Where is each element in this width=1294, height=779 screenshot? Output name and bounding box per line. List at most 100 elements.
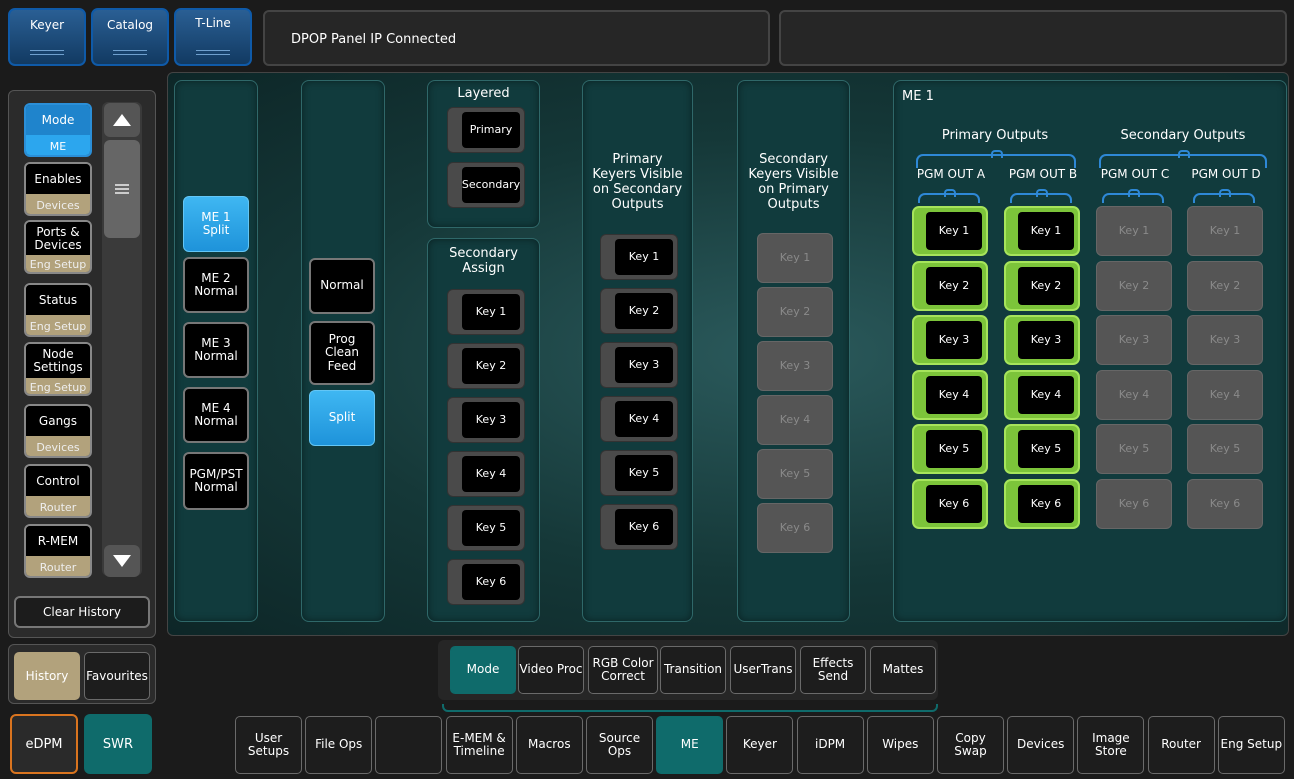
- edpm-button[interactable]: eDPM: [10, 714, 78, 774]
- tab-keyer[interactable]: Keyer: [8, 8, 86, 66]
- secondary-assign-key-3[interactable]: Key 3: [447, 397, 525, 443]
- output-key-button[interactable]: Key 1: [912, 206, 988, 256]
- output-key-button[interactable]: Key 6: [1096, 479, 1172, 529]
- primary-visible-key-2[interactable]: Key 2: [600, 288, 678, 334]
- sidebar-item-enables[interactable]: Enables Devices: [24, 162, 92, 216]
- secondary-assign-key-1[interactable]: Key 1: [447, 289, 525, 335]
- primary-visible-key-5[interactable]: Key 5: [600, 450, 678, 496]
- output-key-button[interactable]: Key 4: [1096, 369, 1172, 420]
- button-label: Primary: [462, 112, 520, 148]
- swr-button[interactable]: SWR: [84, 714, 152, 774]
- mode-normal-button[interactable]: Normal: [309, 258, 375, 314]
- sidebar-item-mode[interactable]: Mode ME: [24, 103, 92, 157]
- output-key-button[interactable]: Key 5: [1187, 424, 1263, 475]
- output-key-button[interactable]: Key 4: [1004, 369, 1080, 420]
- bottom-tab[interactable]: ME: [656, 716, 724, 774]
- scroll-down-button[interactable]: [104, 545, 140, 577]
- page-tab[interactable]: Mode: [450, 646, 516, 694]
- output-key-button[interactable]: Key 6: [912, 479, 988, 529]
- sidebar-item-control[interactable]: Control Router: [24, 464, 92, 518]
- me3-button[interactable]: ME 3 Normal: [183, 322, 249, 378]
- output-key-button[interactable]: Key 2: [912, 260, 988, 311]
- page-tab[interactable]: Video Proc: [518, 646, 584, 694]
- page-tabs-bracket: [442, 704, 938, 712]
- sidebar-item-status[interactable]: Status Eng Setup: [24, 283, 92, 337]
- secondary-visible-key-6[interactable]: Key 6: [757, 503, 833, 553]
- primary-visible-key-4[interactable]: Key 4: [600, 396, 678, 442]
- secondary-visible-key-5[interactable]: Key 5: [757, 449, 833, 499]
- output-key-button[interactable]: Key 3: [912, 315, 988, 366]
- primary-visible-key-3[interactable]: Key 3: [600, 342, 678, 388]
- output-key-button[interactable]: Key 2: [1187, 260, 1263, 311]
- primary-visible-key-1[interactable]: Key 1: [600, 234, 678, 280]
- layered-secondary-button[interactable]: Secondary: [447, 162, 525, 208]
- me1-button[interactable]: ME 1 Split: [183, 196, 249, 252]
- output-key-button[interactable]: Key 1: [1096, 206, 1172, 256]
- output-key-button[interactable]: Key 3: [1187, 315, 1263, 366]
- output-key-button[interactable]: Key 2: [1004, 260, 1080, 311]
- output-key-button[interactable]: Key 5: [1096, 424, 1172, 475]
- output-key-button[interactable]: Key 1: [1187, 206, 1263, 256]
- bottom-tab[interactable]: Source Ops: [586, 716, 653, 774]
- bottom-tab[interactable]: Copy Swap: [937, 716, 1004, 774]
- favourites-tab[interactable]: Favourites: [84, 652, 150, 700]
- bottom-tab[interactable]: Router: [1147, 716, 1215, 774]
- tab-t-line[interactable]: T-Line: [174, 8, 252, 66]
- scroll-thumb[interactable]: [104, 140, 140, 238]
- output-key-button[interactable]: Key 1: [1004, 206, 1080, 256]
- primary-visible-key-6[interactable]: Key 6: [600, 504, 678, 550]
- sidebar-item-gangs[interactable]: Gangs Devices: [24, 404, 92, 458]
- secondary-assign-key-2[interactable]: Key 2: [447, 343, 525, 389]
- output-key-button[interactable]: Key 4: [1187, 369, 1263, 420]
- secondary-visible-key-2[interactable]: Key 2: [757, 287, 833, 337]
- bottom-tab[interactable]: Image Store: [1077, 716, 1145, 774]
- tab-catalog[interactable]: Catalog: [91, 8, 169, 66]
- history-tab[interactable]: History: [14, 652, 80, 700]
- pgm-pst-button[interactable]: PGM/PST Normal: [183, 452, 249, 510]
- sidebar-item-ports-devices[interactable]: Ports & Devices Eng Setup: [24, 220, 92, 274]
- output-key-button[interactable]: Key 2: [1096, 260, 1172, 311]
- page-tab[interactable]: Transition: [660, 646, 726, 694]
- page-tab[interactable]: Effects Send: [800, 646, 866, 694]
- arrow-up-icon: [113, 114, 131, 126]
- output-key-button[interactable]: Key 4: [912, 369, 988, 420]
- sidebar-item-r-mem[interactable]: R-MEM Router: [24, 524, 92, 578]
- output-key-button[interactable]: Key 6: [1004, 479, 1080, 529]
- secondary-visible-key-1[interactable]: Key 1: [757, 233, 833, 283]
- page-tab[interactable]: Mattes: [870, 646, 936, 694]
- output-key-button[interactable]: Key 5: [912, 424, 988, 475]
- output-column-bracket: [1010, 189, 1072, 203]
- bottom-tab[interactable]: Eng Setup: [1217, 716, 1285, 774]
- layered-primary-button[interactable]: Primary: [447, 107, 525, 153]
- clear-history-button[interactable]: Clear History: [14, 596, 150, 628]
- me2-button[interactable]: ME 2 Normal: [183, 257, 249, 313]
- mode-prog-clean-feed-button[interactable]: Prog Clean Feed: [309, 321, 375, 385]
- sidebar-item-node-settings[interactable]: Node Settings Eng Setup: [24, 342, 92, 396]
- output-key-button[interactable]: Key 3: [1004, 315, 1080, 366]
- page-tab[interactable]: UserTrans: [730, 646, 796, 694]
- output-key-button[interactable]: Key 5: [1004, 424, 1080, 475]
- secondary-assign-key-4[interactable]: Key 4: [447, 451, 525, 497]
- scroll-up-button[interactable]: [104, 103, 140, 137]
- bottom-tab[interactable]: User Setups: [235, 716, 302, 774]
- secondary-assign-key-5[interactable]: Key 5: [447, 505, 525, 551]
- mode-split-button[interactable]: Split: [309, 390, 375, 446]
- sidebar-item-sub: Router: [26, 556, 90, 576]
- secondary-assign-key-6[interactable]: Key 6: [447, 559, 525, 605]
- secondary-visible-key-4[interactable]: Key 4: [757, 395, 833, 445]
- bottom-tab[interactable]: Wipes: [866, 716, 934, 774]
- bottom-tab[interactable]: Devices: [1007, 716, 1075, 774]
- me4-button[interactable]: ME 4 Normal: [183, 387, 249, 443]
- bottom-tab[interactable]: iDPM: [796, 716, 864, 774]
- output-key-button[interactable]: Key 6: [1187, 479, 1263, 529]
- bottom-tab[interactable]: E-MEM & Timeline: [445, 716, 513, 774]
- bottom-tab[interactable]: Macros: [515, 716, 583, 774]
- bottom-tab[interactable]: [375, 716, 443, 774]
- output-key-button[interactable]: Key 3: [1096, 315, 1172, 366]
- tab-label: Catalog: [106, 18, 154, 32]
- tab-label: History: [25, 669, 69, 683]
- bottom-tab[interactable]: File Ops: [305, 716, 373, 774]
- secondary-visible-key-3[interactable]: Key 3: [757, 341, 833, 391]
- page-tab[interactable]: RGB Color Correct: [588, 646, 658, 694]
- bottom-tab[interactable]: Keyer: [726, 716, 794, 774]
